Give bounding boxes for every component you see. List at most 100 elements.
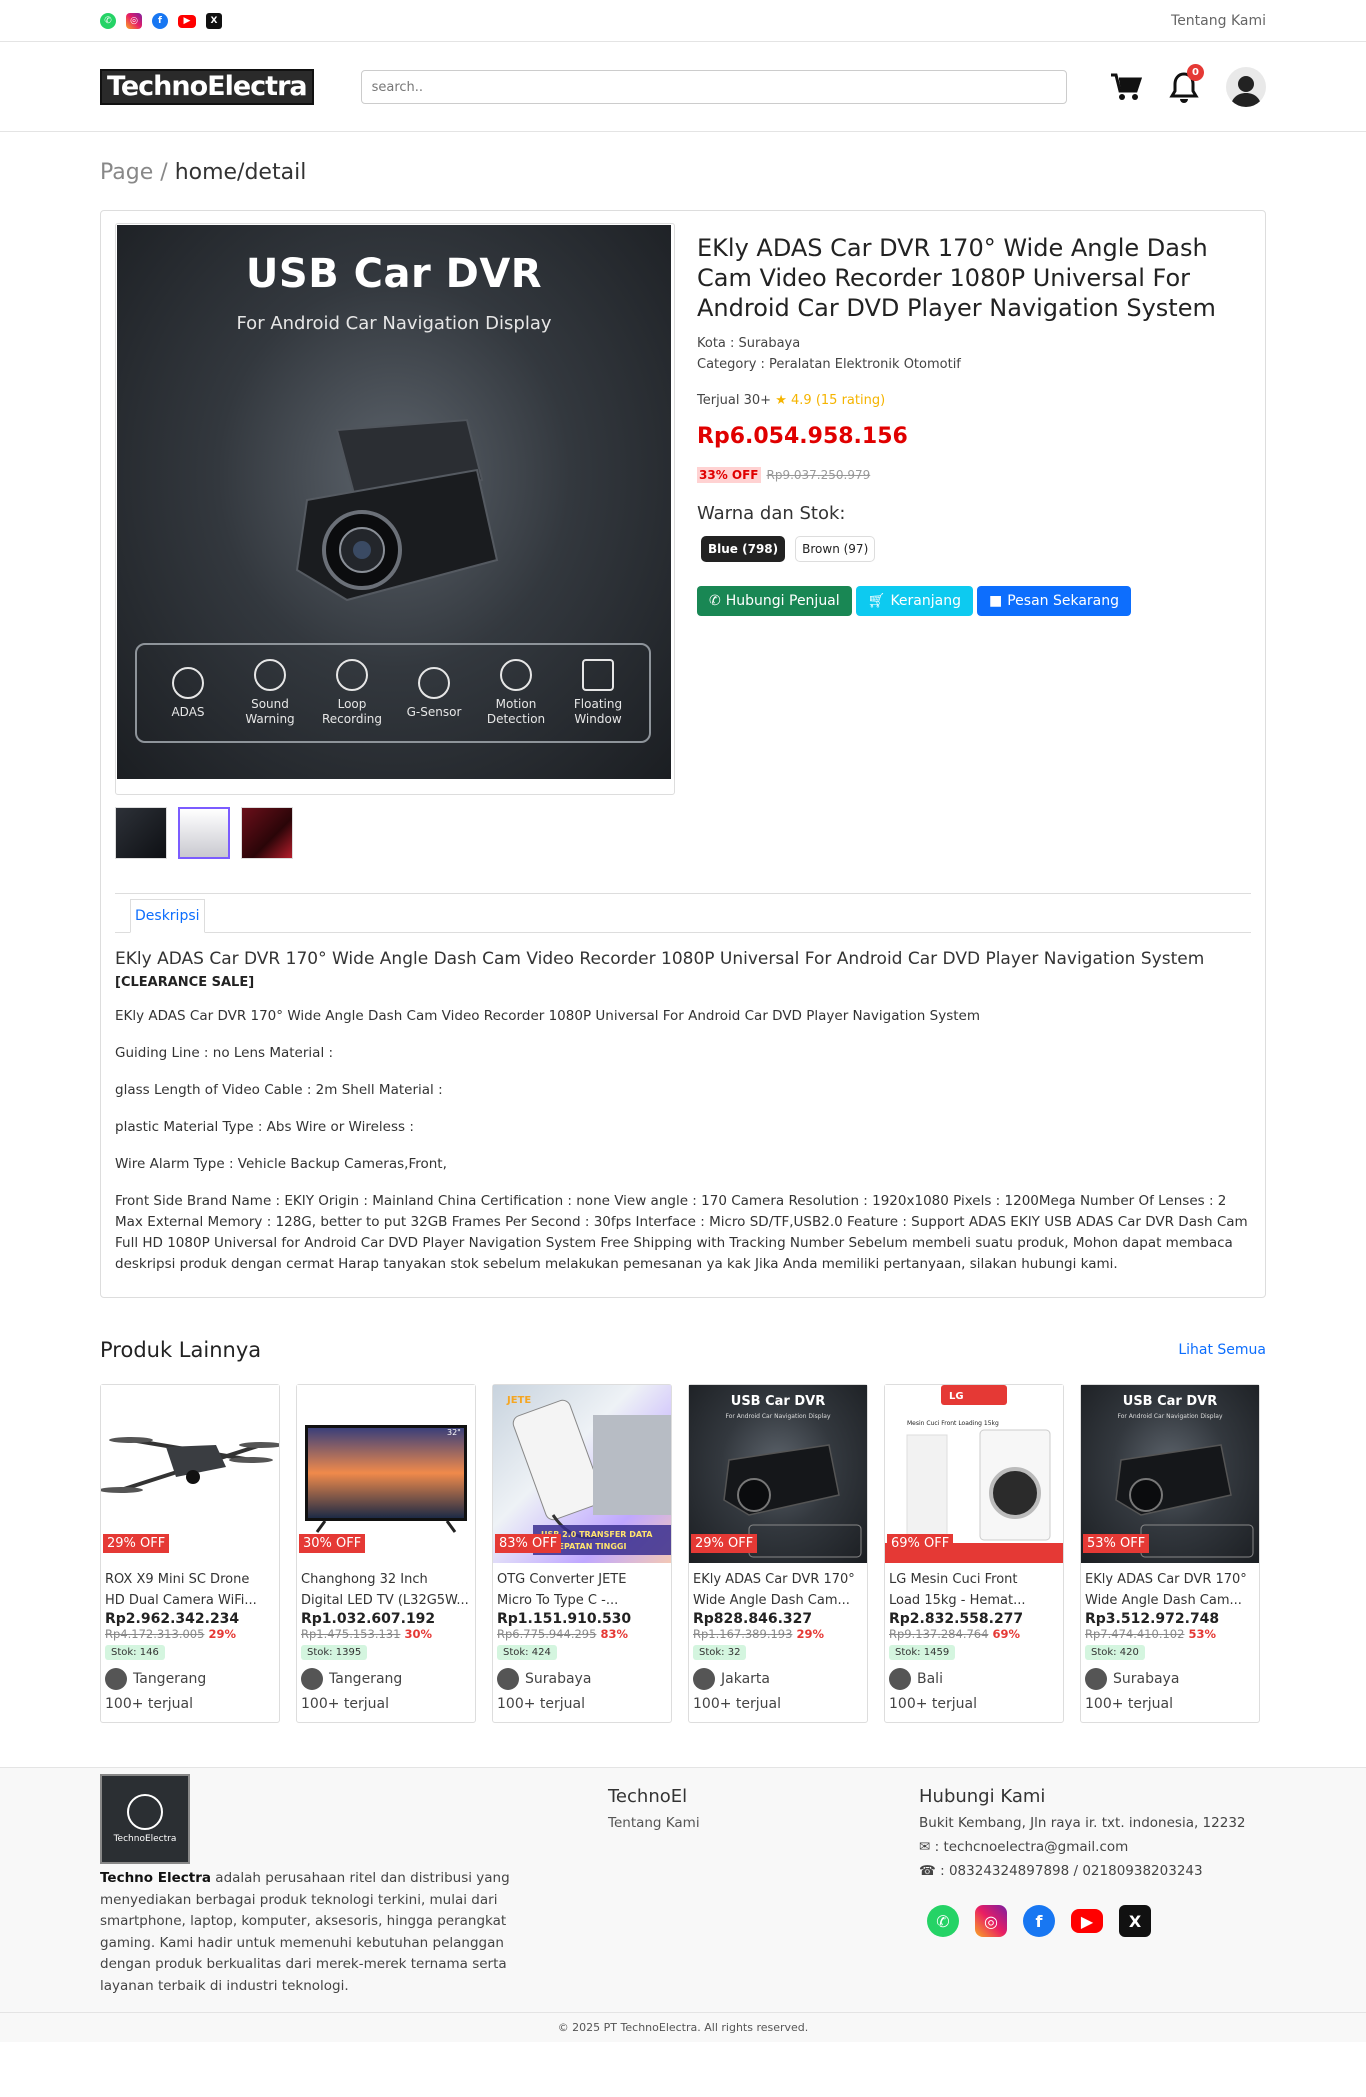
action-buttons: ✆ Hubungi Penjual 🛒︎ Keranjang ■ Pesan Seka… (697, 586, 1251, 616)
related-title: Produk Lainnya (100, 1338, 262, 1362)
product-card[interactable]: 32" 30% OFF Changhong 32 Inch Digital LED… (296, 1384, 476, 1723)
product-card-price: Rp1.151.910.530 (497, 1611, 632, 1627)
discount-badge: 69% OFF (887, 1534, 954, 1553)
breadcrumb-root[interactable]: Page (100, 160, 153, 185)
shopping-bag-icon: ■ (988, 593, 1003, 609)
feature-adas: ADAS (151, 666, 225, 720)
add-to-cart-button[interactable]: 🛒︎ Keranjang (855, 586, 973, 616)
original-price: Rp9.037.250.979 (766, 468, 871, 482)
whatsapp-icon[interactable]: ✆ (927, 1905, 959, 1937)
main-product-image[interactable]: USB Car DVR For Android Car Navigation D… (117, 225, 671, 779)
product-card-name: EKly ADAS Car DVR 170° Wide Angle Dash Ca… (1085, 1572, 1247, 1608)
svg-text:For Android Car Navigation Dis: For Android Car Navigation Display (1117, 1413, 1222, 1420)
product-card[interactable]: JETE USB 2.0 TRANSFER DATA KECEPATAN TIN… (492, 1384, 672, 1723)
user-avatar-icon[interactable] (1226, 67, 1266, 107)
svg-text:JETE: JETE (506, 1395, 531, 1406)
store-logo-icon (889, 1668, 911, 1690)
product-card-image: LG Mesin Cuci Front Loading 15kg 69% OFF (885, 1385, 1063, 1563)
footer-phone: ☎ : 08324324897898 / 02180938203243 (919, 1863, 1203, 1879)
discount-badge: 53% OFF (1083, 1534, 1150, 1553)
image-subheading: For Android Car Navigation Display (236, 313, 552, 334)
contact-seller-button[interactable]: ✆ Hubungi Penjual (697, 586, 852, 616)
description-paragraph: EKly ADAS Car DVR 170° Wide Angle Dash C… (115, 1008, 980, 1024)
product-card-price: Rp828.846.327 (693, 1611, 813, 1627)
tab-description[interactable]: Deskripsi (130, 899, 205, 933)
feature-motion-detection: Motion Detection (479, 659, 553, 727)
discount-badge: 29% OFF (691, 1534, 758, 1553)
footer-social-links: ✆ ◎ f ▶ X (927, 1905, 1266, 1937)
tab-bar: Deskripsi (115, 893, 1251, 933)
variant-brown[interactable]: Brown (97) (795, 536, 876, 562)
discount-row: 33% OFF Rp9.037.250.979 (697, 467, 1251, 483)
product-card-name: ROX X9 Mini SC Drone HD Dual Camera WiFi.… (105, 1572, 257, 1608)
footer-about: Techno Electra adalah perusahaan ritel d… (100, 1870, 510, 1994)
feature-g-sensor: G-Sensor (397, 666, 471, 720)
microphone-icon (254, 659, 286, 691)
site-logo[interactable]: TechnoElectra (100, 69, 314, 105)
product-card-discount: 30% (404, 1627, 432, 1641)
search-input[interactable] (360, 70, 1067, 104)
see-all-link[interactable]: Lihat Semua (1178, 1342, 1266, 1358)
product-card-image: 29% OFF (101, 1385, 279, 1563)
top-social-links: ✆ ◎ f ▶ X (100, 13, 222, 29)
feature-sound-warning: Sound Warning (233, 659, 307, 727)
related-products-grid: 29% OFF ROX X9 Mini SC Drone HD Dual Came… (100, 1384, 1266, 1723)
product-title: EKly ADAS Car DVR 170° Wide Angle Dash C… (697, 234, 1216, 322)
whatsapp-icon[interactable]: ✆ (100, 13, 116, 29)
footer-address: Bukit Kembang, Jln raya ir. txt. indones… (919, 1815, 1246, 1831)
description-paragraph: Wire Alarm Type : Vehicle Backup Cameras… (115, 1156, 447, 1172)
notification-bell-icon[interactable]: 0 (1168, 64, 1204, 104)
footer-about-link[interactable]: Tentang Kami (608, 1815, 919, 1831)
x-icon[interactable]: X (206, 13, 222, 29)
product-card-name: EKly ADAS Car DVR 170° Wide Angle Dash Ca… (693, 1572, 855, 1608)
store-logo-icon (497, 1668, 519, 1690)
loop-icon (336, 659, 368, 691)
discount-badge: 33% OFF (697, 467, 761, 483)
product-card[interactable]: USB Car DVR For Android Car Navigation D… (1080, 1384, 1260, 1723)
sold-count: Terjual 30+ (697, 393, 772, 408)
product-card-price: Rp2.832.558.277 (889, 1611, 1024, 1627)
product-card[interactable]: 29% OFF ROX X9 Mini SC Drone HD Dual Came… (100, 1384, 280, 1723)
cart-icon: 🛒︎ (867, 593, 886, 609)
product-city: Kota : Surabaya (697, 336, 801, 351)
product-card-discount: 29% (208, 1627, 236, 1641)
youtube-icon[interactable]: ▶ (178, 14, 196, 28)
product-card-price: Rp1.032.607.192 (301, 1611, 436, 1627)
youtube-icon[interactable]: ▶ (1071, 1909, 1103, 1933)
facebook-icon[interactable]: f (152, 13, 168, 29)
thumbnail-1[interactable] (115, 807, 167, 859)
whatsapp-icon: ✆ (709, 593, 721, 609)
product-info: EKly ADAS Car DVR 170° Wide Angle Dash C… (697, 223, 1251, 859)
breadcrumb: Page / home/detail (100, 160, 1266, 190)
description-paragraph: Guiding Line : no Lens Material : (115, 1045, 334, 1061)
product-card[interactable]: LG Mesin Cuci Front Loading 15kg 69% OFF… (884, 1384, 1064, 1723)
window-icon (582, 659, 614, 691)
car-crash-icon (418, 666, 450, 699)
breadcrumb-current: home/detail (174, 160, 307, 185)
product-card-old-price: Rp6.775.944.295 (497, 1627, 597, 1641)
product-card-discount: 83% (600, 1627, 628, 1641)
store-logo-icon (301, 1668, 323, 1690)
footer-col-title: TechnoEl (608, 1786, 688, 1807)
product-card-price: Rp2.962.342.234 (105, 1611, 240, 1627)
svg-text:For Android Car Navigation Dis: For Android Car Navigation Display (725, 1413, 830, 1420)
product-card[interactable]: USB Car DVR For Android Car Navigation D… (688, 1384, 868, 1723)
thumbnail-2-selected[interactable] (178, 807, 230, 859)
description-title: EKly ADAS Car DVR 170° Wide Angle Dash C… (115, 949, 1205, 969)
product-price: Rp6.054.958.156 (697, 424, 908, 449)
order-now-button[interactable]: ■ Pesan Sekarang (976, 586, 1132, 616)
thumbnail-3[interactable] (241, 807, 293, 859)
x-icon[interactable]: X (1119, 1905, 1151, 1937)
variant-blue[interactable]: Blue (798) (701, 536, 786, 562)
instagram-icon[interactable]: ◎ (975, 1905, 1007, 1937)
about-link[interactable]: Tentang Kami (1171, 13, 1266, 29)
product-card-discount: 53% (1188, 1627, 1216, 1641)
description-paragraph: glass Length of Video Cable : 2m Shell M… (115, 1082, 443, 1098)
product-card-city: Bali (917, 1671, 943, 1687)
product-card-name: OTG Converter JETE Micro To Type C -... (497, 1572, 627, 1608)
cart-icon[interactable] (1110, 72, 1143, 102)
instagram-icon[interactable]: ◎ (126, 13, 142, 29)
phone-icon: ☎ (919, 1863, 936, 1879)
store-logo-icon (105, 1668, 127, 1690)
facebook-icon[interactable]: f (1023, 1905, 1055, 1937)
